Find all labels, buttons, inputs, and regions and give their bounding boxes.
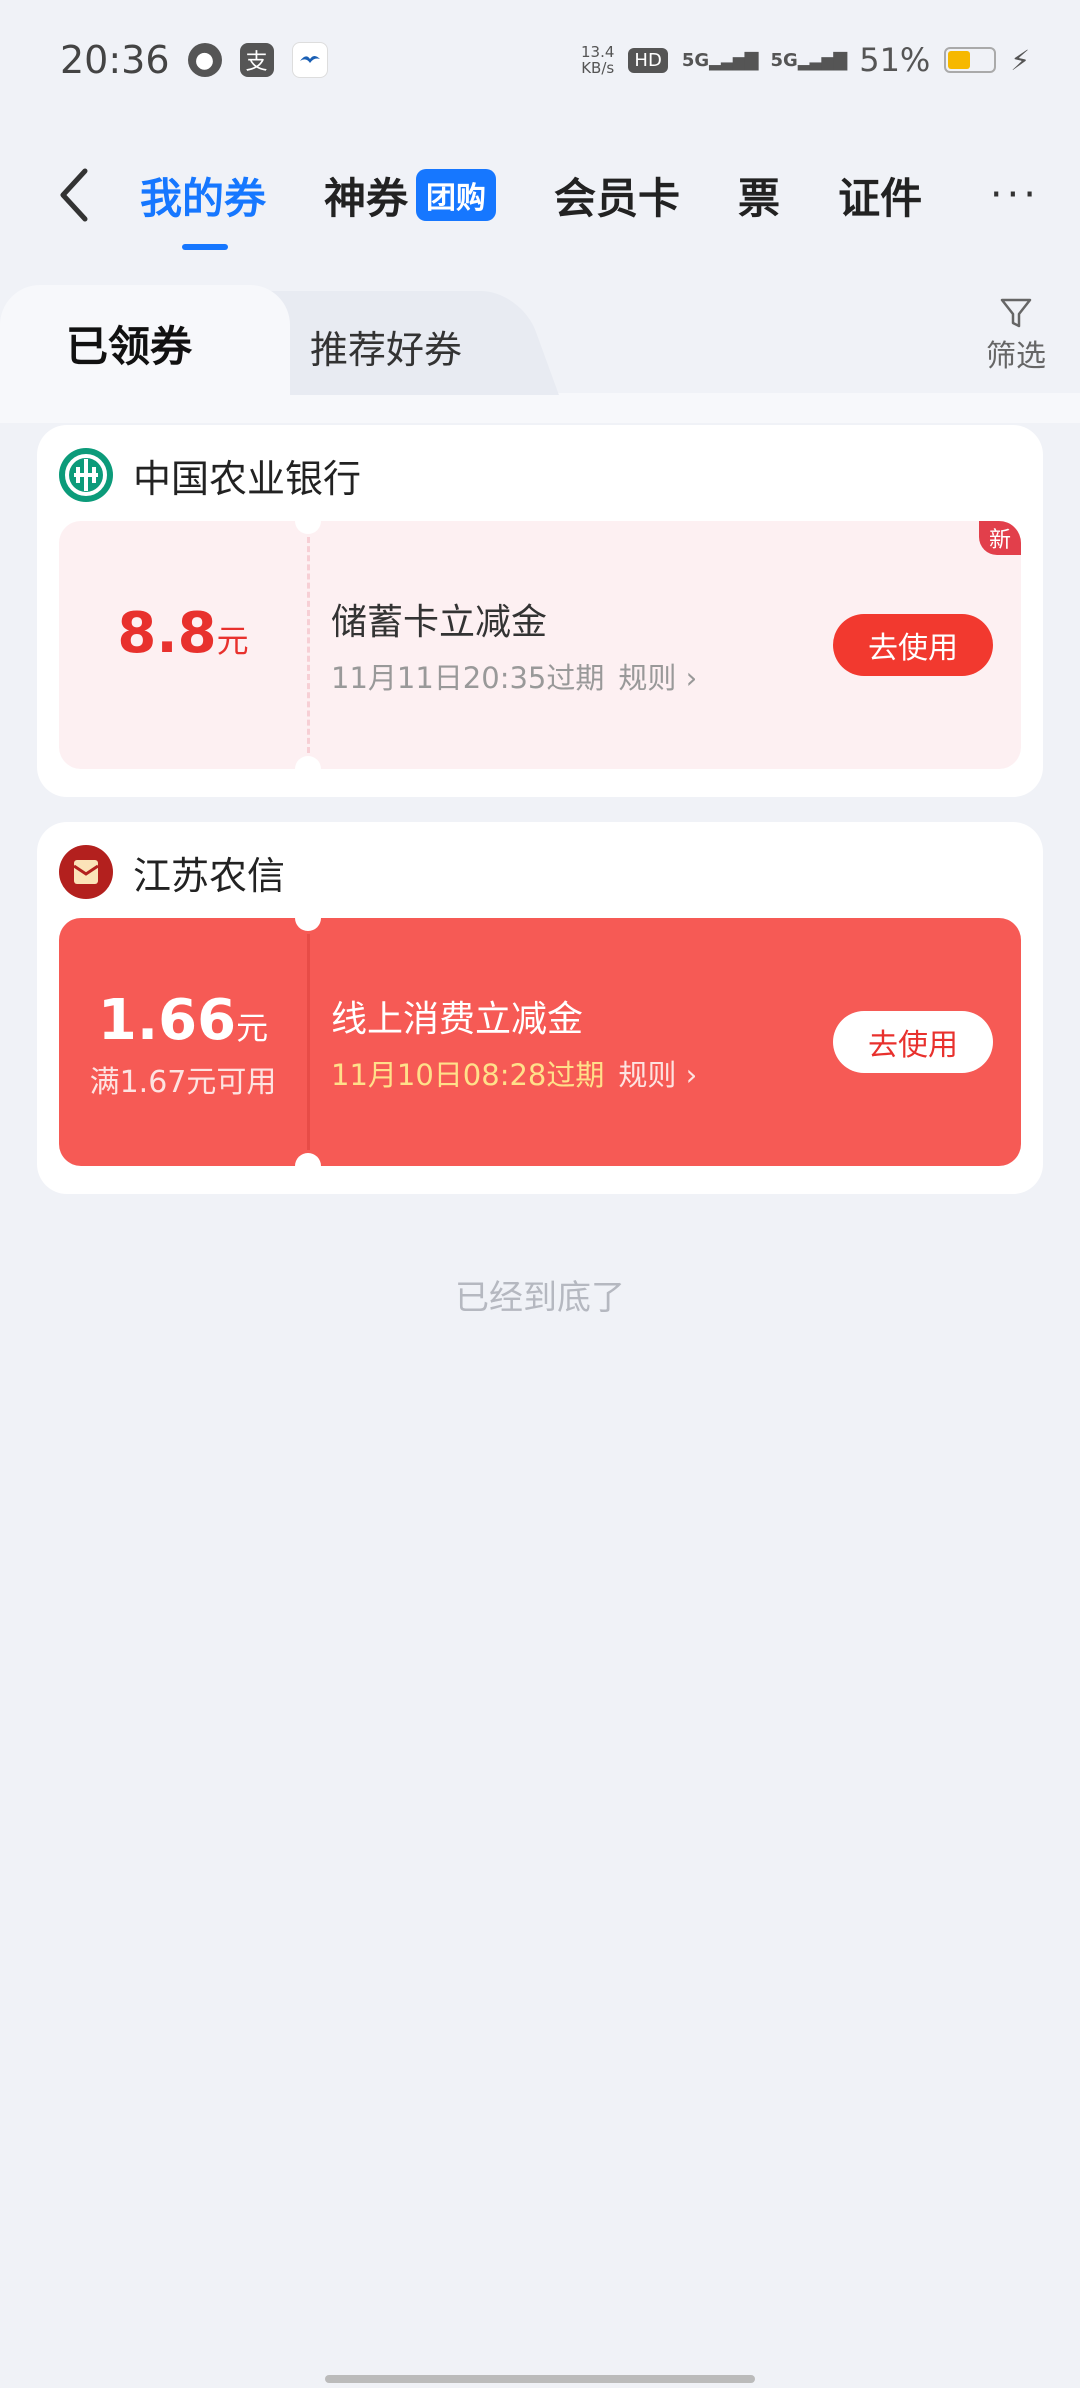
coupon-card-jsnx: 江苏农信 1.66元 满1.67元可用 线上消费立减金 11月10日08:28过… xyxy=(37,822,1043,1194)
status-time: 20:36 xyxy=(60,38,170,82)
abc-bank-icon xyxy=(59,448,113,502)
filter-button[interactable]: 筛选 xyxy=(986,295,1046,375)
use-button[interactable]: 去使用 xyxy=(833,1011,993,1073)
back-button[interactable] xyxy=(40,160,110,230)
subtab-received[interactable]: 已领券 xyxy=(66,313,192,374)
jsnx-bank-icon xyxy=(59,845,113,899)
tab-bar: 我的券 神券 团购 会员卡 票 证件 xyxy=(140,165,922,250)
bird-icon xyxy=(291,42,328,78)
filter-label: 筛选 xyxy=(986,339,1046,374)
filter-icon xyxy=(1000,298,1032,328)
battery-percent: 51% xyxy=(859,41,931,79)
rules-link[interactable]: 规则 › xyxy=(618,655,697,697)
coupon-ticket[interactable]: 1.66元 满1.67元可用 线上消费立减金 11月10日08:28过期 规则 … xyxy=(59,918,1021,1166)
new-badge: 新 xyxy=(979,521,1021,555)
use-button[interactable]: 去使用 xyxy=(833,614,993,676)
coupon-expiry: 11月10日08:28过期 xyxy=(331,1058,605,1092)
tab-tickets[interactable]: 票 xyxy=(738,165,780,226)
alipay-icon: 支 xyxy=(239,43,274,77)
group-buy-badge: 团购 xyxy=(416,169,497,221)
bank-name: 江苏农信 xyxy=(133,853,286,898)
home-indicator[interactable] xyxy=(325,2375,755,2383)
signal-icon-1: 5G▂▃▅▇ xyxy=(681,49,759,71)
hd-icon: HD xyxy=(628,47,668,73)
top-nav: 我的券 神券 团购 会员卡 票 证件 ··· xyxy=(0,150,1080,250)
rules-link[interactable]: 规则 › xyxy=(618,1052,697,1094)
tab-my-coupons[interactable]: 我的券 xyxy=(140,165,266,250)
more-button[interactable]: ··· xyxy=(990,172,1040,218)
tab-super-coupons[interactable]: 神券 团购 xyxy=(324,165,497,226)
message-icon: ● xyxy=(187,43,222,77)
status-bar: 20:36 ● 支 13.4 KB/s HD 5G▂▃▅▇ 5G▂▃▅▇ 51%… xyxy=(0,0,1080,120)
chevron-right-icon: › xyxy=(685,661,698,695)
end-of-list-text: 已经到底了 xyxy=(455,1278,625,1318)
tab-member-cards[interactable]: 会员卡 xyxy=(554,165,680,226)
coupon-title: 线上消费立减金 xyxy=(331,999,584,1040)
subtab-recommended[interactable]: 推荐好券 xyxy=(310,319,462,374)
coupon-card-abc: 中国农业银行 8.8元 储蓄卡立减金 11月11日20:35过期 规则 › 去使… xyxy=(37,425,1043,797)
net-speed: 13.4 KB/s xyxy=(581,43,615,77)
coupon-amount: 1.66元 满1.67元可用 xyxy=(59,988,307,1101)
coupon-expiry: 11月11日20:35过期 xyxy=(331,661,605,695)
coupon-title: 储蓄卡立减金 xyxy=(331,602,548,643)
tab-documents[interactable]: 证件 xyxy=(838,165,922,226)
battery-icon xyxy=(944,47,997,73)
signal-icon-2: 5G▂▃▅▇ xyxy=(770,49,848,71)
bank-name: 中国农业银行 xyxy=(133,456,362,501)
coupon-condition: 满1.67元可用 xyxy=(89,1065,277,1100)
sub-tab-bar: 已领券 推荐好券 筛选 xyxy=(0,285,1080,423)
charging-icon: ⚡ xyxy=(1010,43,1030,77)
coupon-amount: 8.8元 xyxy=(117,601,249,666)
coupon-ticket[interactable]: 8.8元 储蓄卡立减金 11月11日20:35过期 规则 › 去使用 新 xyxy=(59,521,1021,769)
chevron-right-icon: › xyxy=(685,1058,698,1092)
